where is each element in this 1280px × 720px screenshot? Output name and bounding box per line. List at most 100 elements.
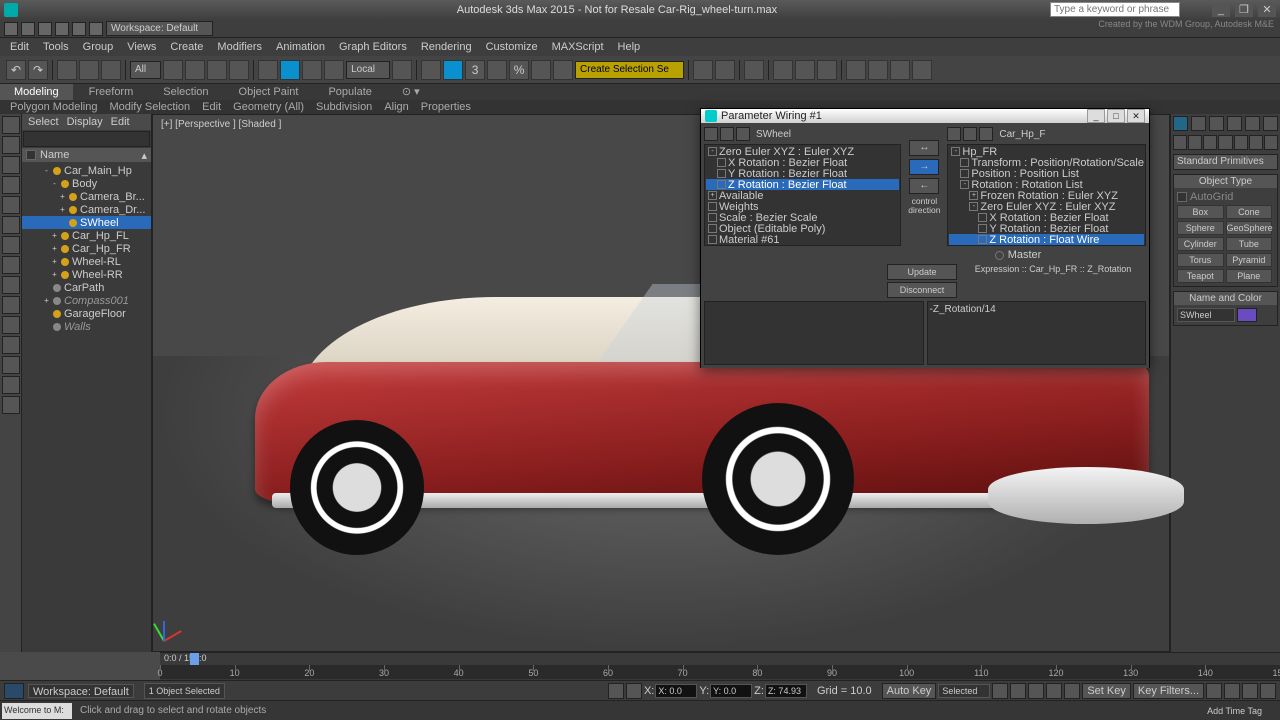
- prim-teapot[interactable]: Teapot: [1177, 269, 1224, 283]
- align-icon[interactable]: [715, 60, 735, 80]
- prim-cone[interactable]: Cone: [1226, 205, 1273, 219]
- param-node[interactable]: +Frozen Rotation : Euler XYZ: [949, 190, 1144, 201]
- right-param-tree[interactable]: -Hp_FRTransform : Position/Rotation/Scal…: [947, 144, 1146, 246]
- display-shapes-icon[interactable]: [2, 136, 20, 154]
- dialog-titlebar[interactable]: Parameter Wiring #1 _ □ ✕: [701, 109, 1149, 123]
- prim-cylinder[interactable]: Cylinder: [1177, 237, 1224, 251]
- scene-item[interactable]: CarPath: [22, 281, 151, 294]
- prim-pyramid[interactable]: Pyramid: [1226, 253, 1273, 267]
- display-cameras-icon[interactable]: [2, 176, 20, 194]
- key-filters-button[interactable]: Key Filters...: [1133, 683, 1204, 699]
- param-node[interactable]: Weights: [706, 201, 899, 212]
- scene-item[interactable]: +Car_Hp_FR: [22, 242, 151, 255]
- menu-maxscript[interactable]: MAXScript: [546, 41, 610, 53]
- right-to-left-button[interactable]: ←: [909, 178, 939, 194]
- category-dropdown[interactable]: Standard Primitives: [1173, 154, 1278, 170]
- ribbon-panel-properties[interactable]: Properties: [421, 101, 471, 113]
- y-coord-input[interactable]: [710, 684, 752, 698]
- hierarchy-tab-icon[interactable]: [1209, 116, 1224, 131]
- refresh-r-icon[interactable]: [979, 127, 993, 141]
- ribbon-panel-edit[interactable]: Edit: [202, 101, 221, 113]
- object-name-input[interactable]: [1177, 308, 1235, 322]
- scene-filter-input[interactable]: [23, 131, 150, 147]
- menu-create[interactable]: Create: [164, 41, 209, 53]
- save-icon[interactable]: [38, 22, 52, 36]
- name-column-header[interactable]: Name: [40, 149, 69, 161]
- master-toggle[interactable]: Master: [890, 249, 1146, 261]
- lights-cat-icon[interactable]: [1203, 135, 1217, 150]
- param-node[interactable]: -Zero Euler XYZ : Euler XYZ: [949, 201, 1144, 212]
- display-helpers-icon[interactable]: [2, 196, 20, 214]
- param-node[interactable]: Z Rotation : Float Wire: [949, 234, 1144, 245]
- disconnect-button[interactable]: Disconnect: [887, 282, 957, 298]
- motion-tab-icon[interactable]: [1227, 116, 1242, 131]
- display-space-icon[interactable]: [2, 216, 20, 234]
- scene-item[interactable]: +Camera_Br...: [22, 190, 151, 203]
- select-all-checkbox[interactable]: [26, 150, 36, 160]
- refresh-icon[interactable]: [736, 127, 750, 141]
- geometry-cat-icon[interactable]: [1173, 135, 1187, 150]
- key-mode-dropdown[interactable]: Selected: [938, 684, 990, 698]
- param-node[interactable]: Scale : Bezier Scale: [706, 212, 899, 223]
- menu-edit[interactable]: Edit: [4, 41, 35, 53]
- menu-tools[interactable]: Tools: [37, 41, 75, 53]
- prim-tube[interactable]: Tube: [1226, 237, 1273, 251]
- render-setup-icon[interactable]: [846, 60, 866, 80]
- workspace-dropdown[interactable]: Workspace: Default: [106, 21, 213, 36]
- ref-coord-dropdown[interactable]: Local: [346, 61, 390, 79]
- viewport-nav1-icon[interactable]: [1206, 683, 1222, 699]
- param-node[interactable]: Transform : Position/Rotation/Scale: [949, 157, 1144, 168]
- goto-start-icon[interactable]: [992, 683, 1008, 699]
- object-type-rollout[interactable]: Object Type: [1174, 175, 1277, 188]
- name-color-rollout[interactable]: Name and Color: [1174, 292, 1277, 305]
- lock-selection-icon[interactable]: [608, 683, 624, 699]
- scene-item[interactable]: +Wheel-RR: [22, 268, 151, 281]
- minimize-button[interactable]: _: [1212, 3, 1230, 17]
- render-icon[interactable]: [890, 60, 910, 80]
- menu-group[interactable]: Group: [77, 41, 120, 53]
- param-node[interactable]: Z Rotation : Bezier Float: [706, 179, 899, 190]
- left-param-tree[interactable]: -Zero Euler XYZ : Euler XYZX Rotation : …: [704, 144, 901, 246]
- show-all-icon[interactable]: [720, 127, 734, 141]
- select-icon[interactable]: [163, 60, 183, 80]
- layer-icon[interactable]: [744, 60, 764, 80]
- scene-item[interactable]: Walls: [22, 320, 151, 333]
- bind-icon[interactable]: [101, 60, 121, 80]
- schematic-icon[interactable]: [795, 60, 815, 80]
- param-node[interactable]: -Hp_FR: [949, 146, 1144, 157]
- selection-filter-dropdown[interactable]: All: [130, 61, 161, 79]
- parameter-wiring-dialog[interactable]: Parameter Wiring #1 _ □ ✕ SWheel -Zero E…: [700, 108, 1150, 368]
- display-groups-icon[interactable]: [2, 296, 20, 314]
- curve-editor-icon[interactable]: [773, 60, 793, 80]
- menu-rendering[interactable]: Rendering: [415, 41, 478, 53]
- maxscript-listener[interactable]: Welcome to M:: [2, 703, 72, 719]
- param-node[interactable]: +Available: [706, 190, 899, 201]
- ribbon-tab-object paint[interactable]: Object Paint: [225, 84, 313, 100]
- spinner-snap-icon[interactable]: [531, 60, 551, 80]
- dialog-minimize-button[interactable]: _: [1087, 109, 1105, 123]
- ribbon-tab-populate[interactable]: Populate: [314, 84, 385, 100]
- menu-animation[interactable]: Animation: [270, 41, 331, 53]
- rotate-icon[interactable]: [280, 60, 300, 80]
- find-next-icon[interactable]: [704, 127, 718, 141]
- ribbon-panel-geometryall[interactable]: Geometry (All): [233, 101, 304, 113]
- param-node[interactable]: Y Rotation : Bezier Float: [949, 223, 1144, 234]
- project-icon[interactable]: [89, 22, 103, 36]
- param-node[interactable]: -Zero Euler XYZ : Euler XYZ: [706, 146, 899, 157]
- two-way-button[interactable]: ↔: [909, 140, 939, 156]
- ribbon-panel-subdivision[interactable]: Subdivision: [316, 101, 372, 113]
- isolate-icon[interactable]: [4, 683, 24, 699]
- shapes-cat-icon[interactable]: [1188, 135, 1202, 150]
- scene-tab-edit[interactable]: Edit: [111, 116, 130, 128]
- param-node[interactable]: Material #61: [706, 234, 899, 245]
- move-icon[interactable]: [258, 60, 278, 80]
- menu-modifiers[interactable]: Modifiers: [211, 41, 268, 53]
- keyboard-shortcut-icon[interactable]: [443, 60, 463, 80]
- angle-snap-icon[interactable]: [487, 60, 507, 80]
- cameras-cat-icon[interactable]: [1218, 135, 1232, 150]
- add-time-tag[interactable]: Add Time Tag: [1207, 706, 1262, 716]
- prim-sphere[interactable]: Sphere: [1177, 221, 1224, 235]
- display-hidden-icon[interactable]: [2, 316, 20, 334]
- undo-icon[interactable]: [55, 22, 69, 36]
- redo-button[interactable]: ↷: [28, 60, 48, 80]
